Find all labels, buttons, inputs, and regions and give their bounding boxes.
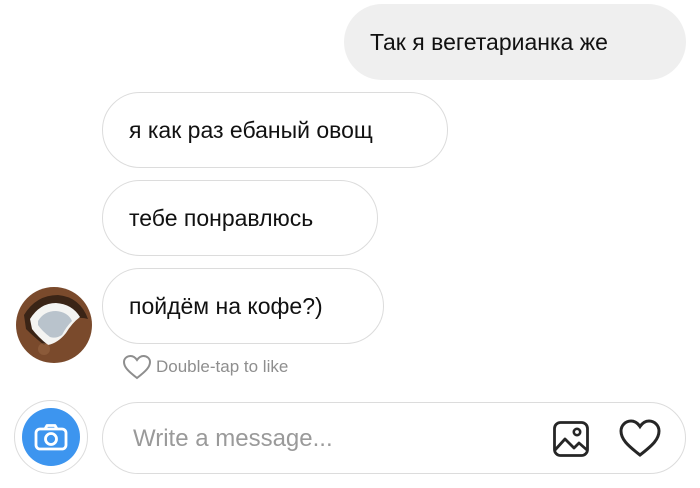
- like-hint-text: Double-tap to like: [156, 357, 289, 376]
- chat-screen: Так я вегетарианка же я как раз ебаный о…: [0, 0, 700, 488]
- heart-icon[interactable]: [618, 418, 662, 458]
- message-input[interactable]: [133, 419, 533, 459]
- message-text: Так я вегетарианка же: [370, 28, 608, 55]
- camera-icon: [22, 408, 80, 466]
- message-bubble-received[interactable]: тебе понравлюсь: [102, 180, 378, 256]
- image-icon[interactable]: [552, 420, 590, 458]
- camera-button[interactable]: [14, 400, 88, 474]
- message-composer: [102, 402, 686, 474]
- message-bubble-received[interactable]: пойдём на кофе?): [102, 268, 384, 344]
- message-bubble-sent[interactable]: Так я вегетарианка же: [344, 4, 686, 80]
- avatar[interactable]: [14, 285, 94, 365]
- message-bubble-received[interactable]: я как раз ебаный овощ: [102, 92, 448, 168]
- message-text: я как раз ебаный овощ: [129, 116, 373, 143]
- message-text: пойдём на кофе?): [129, 292, 323, 319]
- message-text: тебе понравлюсь: [129, 204, 314, 231]
- double-tap-like-hint[interactable]: Double-tap to like: [122, 354, 288, 380]
- heart-outline-icon: [122, 354, 152, 380]
